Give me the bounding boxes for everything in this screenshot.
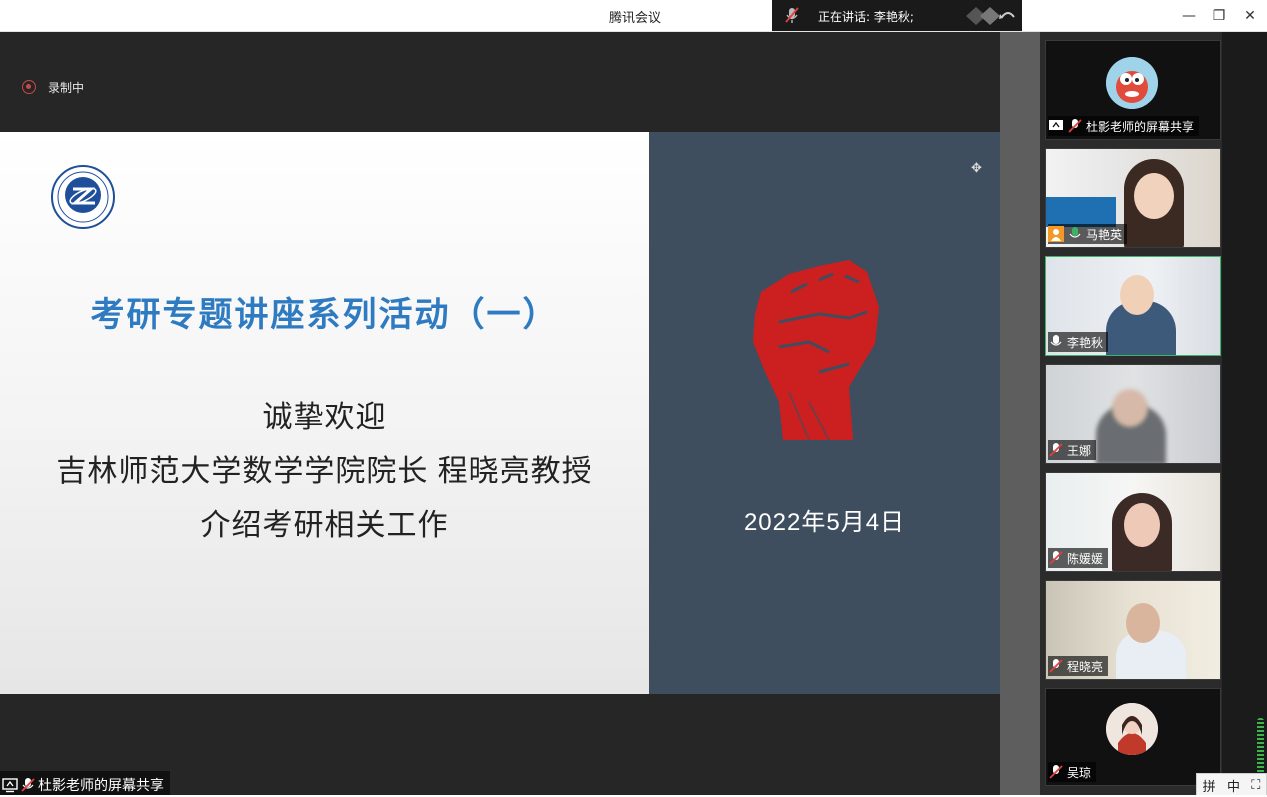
- participant-name: 王娜: [1067, 443, 1092, 458]
- speaking-indicator: 正在讲话: 李艳秋;: [772, 0, 1022, 31]
- participant-label: 杜影老师的屏幕共享: [1048, 116, 1200, 136]
- cartoon-avatar-icon: [1106, 57, 1158, 109]
- mic-on-icon: [1050, 335, 1062, 346]
- screen-share-icon: [1049, 120, 1063, 130]
- participant-tile-active[interactable]: 李艳秋: [1045, 256, 1221, 356]
- participant-name: 李艳秋: [1067, 335, 1104, 350]
- mic-muted-icon: [785, 7, 799, 23]
- participant-tile[interactable]: 吴琼: [1045, 688, 1221, 786]
- participant-name: 马艳英: [1086, 227, 1123, 242]
- mic-muted-icon: [1049, 551, 1063, 565]
- slide-left-panel: 考研专题讲座系列活动（一） 诚挚欢迎 吉林师范大学数学学院院长 程晓亮教授 介绍…: [0, 132, 649, 694]
- person-icon: [1048, 226, 1064, 242]
- participant-label: 程晓亮: [1048, 656, 1109, 676]
- participant-name: 陈媛媛: [1067, 551, 1104, 566]
- video-face: [1126, 603, 1160, 643]
- participant-name: 吴琼: [1067, 765, 1092, 780]
- ime-toolbar[interactable]: 拼 中 ⛶: [1196, 773, 1267, 797]
- video-face: [1120, 275, 1154, 315]
- mic-on-icon: [1069, 227, 1081, 238]
- panel-scrollbar[interactable]: [1257, 718, 1264, 774]
- recording-label: 录制中: [48, 81, 85, 95]
- slide-date: 2022年5月4日: [743, 509, 906, 536]
- avatar: [1106, 703, 1158, 755]
- raised-fist-icon: [753, 260, 879, 441]
- university-logo-icon: [51, 165, 115, 229]
- record-icon: [22, 80, 36, 94]
- participant-label: 吴琼: [1048, 762, 1097, 782]
- participant-tile[interactable]: 杜影老师的屏幕共享: [1045, 40, 1221, 140]
- participant-tile[interactable]: 王娜: [1045, 364, 1221, 464]
- avatar: [1106, 57, 1158, 109]
- restore-button[interactable]: ❐: [1206, 4, 1232, 28]
- shared-screen-area: 录制中 考研专题讲座系列活动（一） 诚挚欢迎 吉林师范大学数学学院院长 程晓亮教…: [0, 32, 1000, 797]
- participant-tile[interactable]: 陈媛媛: [1045, 472, 1221, 572]
- participant-label: 王娜: [1048, 440, 1097, 460]
- ime-punct-label[interactable]: 中: [1227, 776, 1240, 795]
- slide-line-topic: 介绍考研相关工作: [200, 509, 449, 542]
- move-cursor-icon: ✥: [971, 161, 982, 176]
- screen-share-bar[interactable]: 杜影老师的屏幕共享: [0, 771, 170, 796]
- video-face: [1124, 503, 1160, 547]
- ime-mode-label[interactable]: 拼: [1203, 776, 1216, 795]
- participant-label: 李艳秋: [1048, 332, 1109, 352]
- slide-line-speaker: 吉林师范大学数学学院院长 程晓亮教授: [56, 455, 593, 488]
- profile-photo-icon: [1106, 703, 1158, 755]
- ime-expand-icon[interactable]: ⛶: [1251, 778, 1260, 793]
- close-button[interactable]: ✕: [1237, 4, 1263, 28]
- participant-name: 杜影老师的屏幕共享: [1086, 119, 1195, 134]
- participant-label: 马艳英: [1048, 224, 1128, 244]
- video-face: [1112, 389, 1148, 427]
- presentation-slide: 考研专题讲座系列活动（一） 诚挚欢迎 吉林师范大学数学学院院长 程晓亮教授 介绍…: [0, 132, 1000, 694]
- title-bar: 腾讯会议 正在讲话: 李艳秋; — ❐ ✕: [0, 0, 1267, 32]
- participant-label: 陈媛媛: [1048, 548, 1109, 568]
- panel-scroll-track: [1222, 32, 1267, 797]
- participant-tile[interactable]: 程晓亮: [1045, 580, 1221, 680]
- slide-title: 考研专题讲座系列活动（一）: [90, 296, 559, 334]
- mic-muted-icon: [21, 778, 35, 792]
- speaker-controls-icon[interactable]: [962, 5, 1018, 27]
- mic-muted-icon: [1068, 119, 1082, 133]
- screen-share-icon: [2, 778, 18, 793]
- panel-divider[interactable]: [1000, 32, 1040, 797]
- mic-muted-icon: [1049, 443, 1063, 457]
- participant-tile[interactable]: 马艳英: [1045, 148, 1221, 248]
- video-face: [1134, 173, 1174, 219]
- video-background: [1046, 197, 1116, 227]
- slide-right-panel: ✥ 2022年5月4日: [649, 132, 1000, 694]
- mic-muted-icon: [1049, 765, 1063, 779]
- screen-share-label: 杜影老师的屏幕共享: [38, 778, 164, 794]
- mic-muted-icon: [1049, 659, 1063, 673]
- app-title: 腾讯会议: [608, 11, 661, 26]
- minimize-button[interactable]: —: [1176, 4, 1202, 28]
- speaking-text: 正在讲话: 李艳秋;: [818, 10, 914, 24]
- slide-line-welcome: 诚挚欢迎: [262, 401, 387, 434]
- participant-name: 程晓亮: [1067, 659, 1104, 674]
